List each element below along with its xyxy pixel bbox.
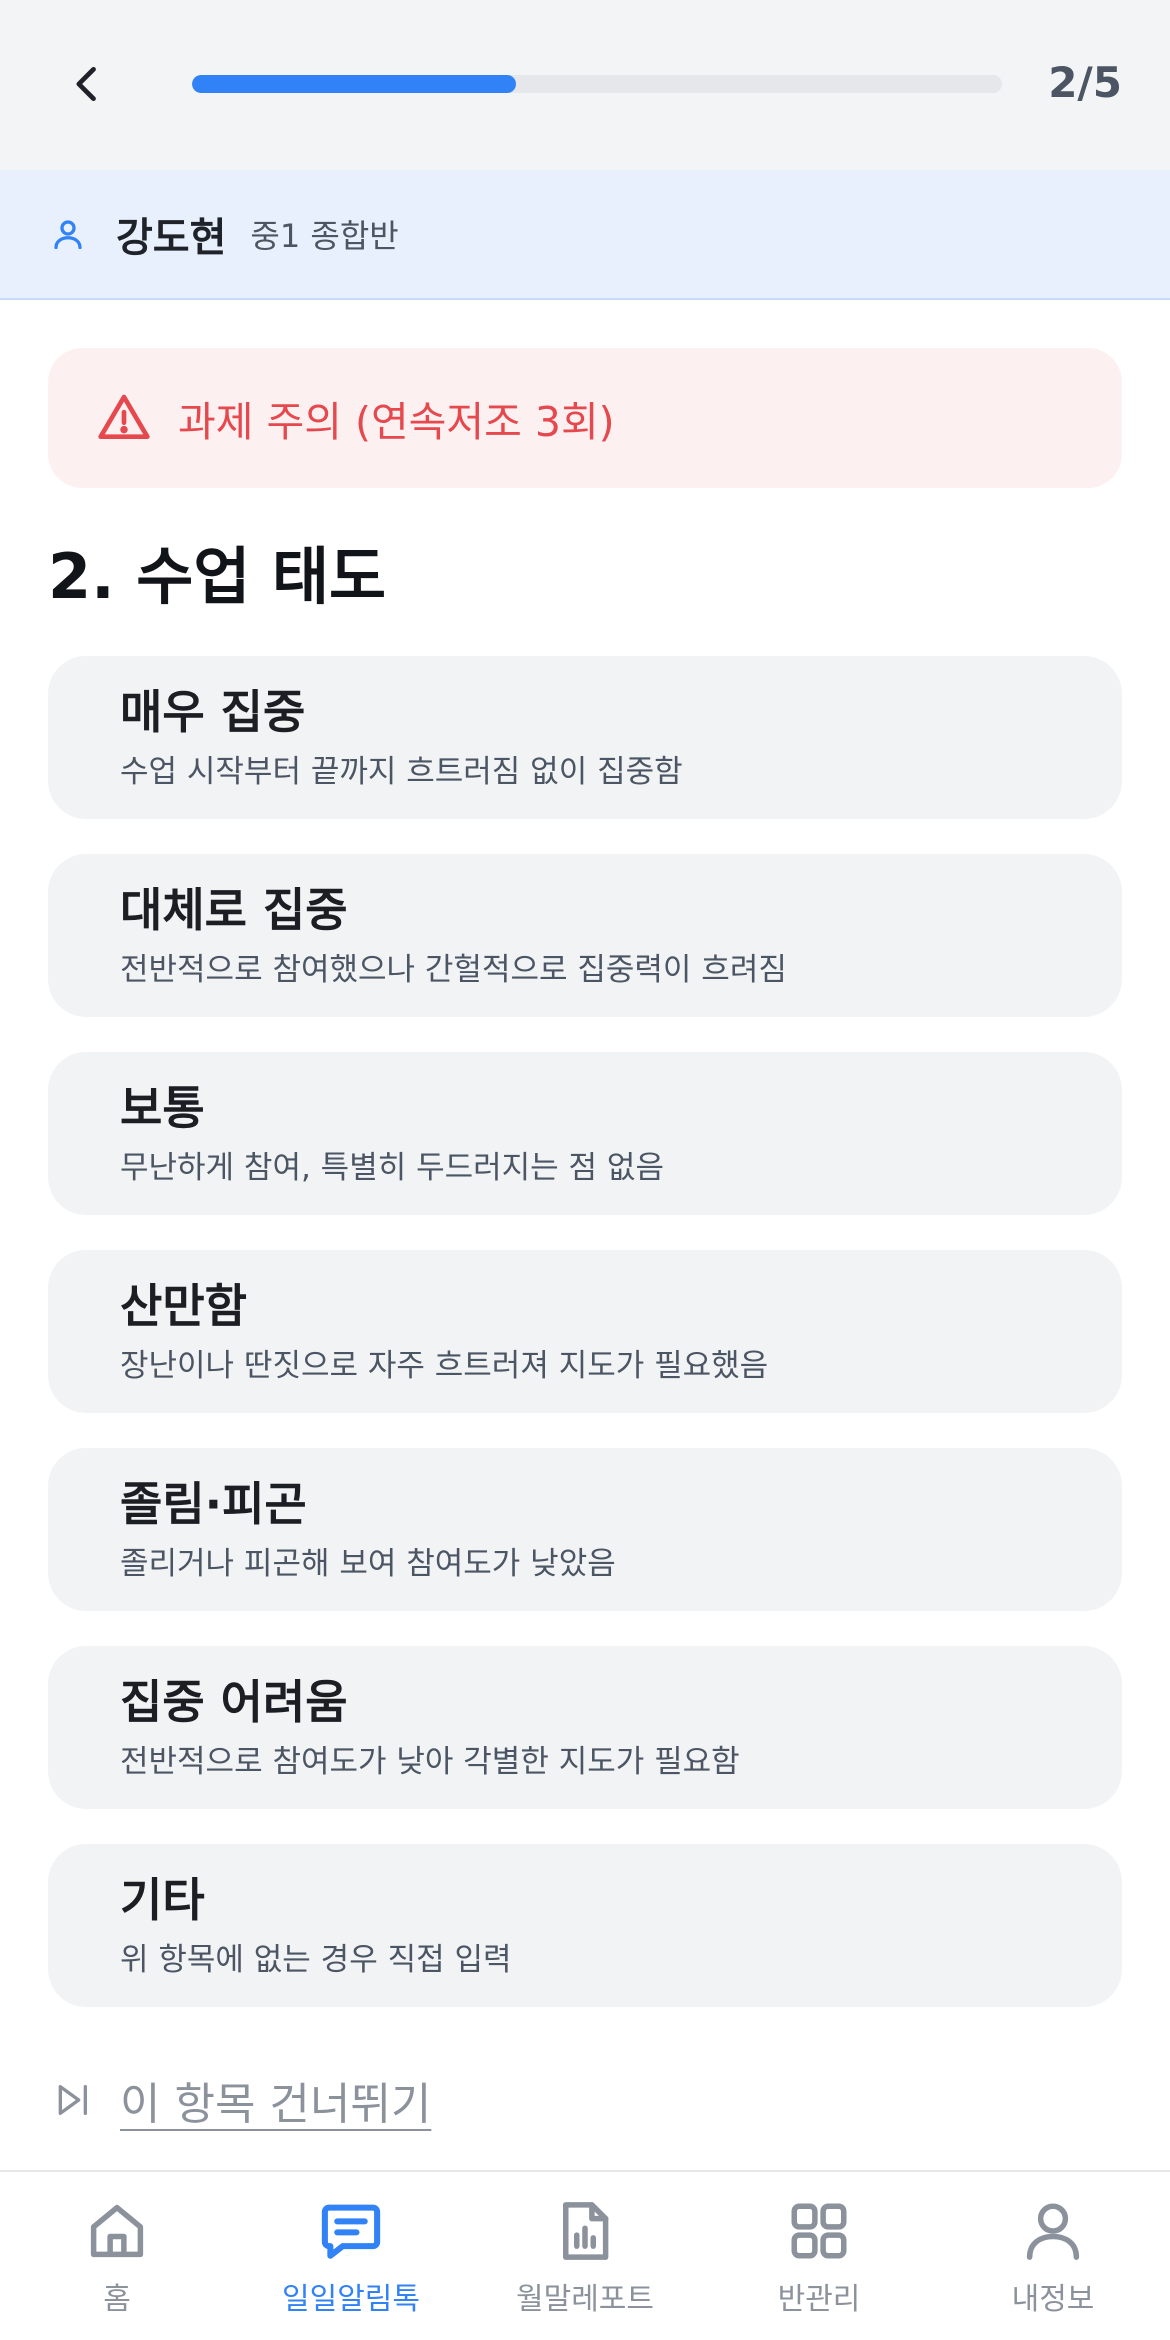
tab-label: 홈 (103, 2282, 131, 2317)
progress-fill (192, 75, 516, 93)
student-bar: 강도현 중1 종합반 (0, 170, 1170, 300)
back-button[interactable] (52, 48, 124, 120)
tab-label: 내정보 (1011, 2282, 1095, 2317)
option-distracted[interactable]: 산만함 장난이나 딴짓으로 자주 흐트러져 지도가 필요했음 (48, 1250, 1122, 1413)
grid-icon (791, 2203, 847, 2259)
option-description: 장난이나 딴짓으로 자주 흐트러져 지도가 필요했음 (120, 1348, 769, 1384)
tab-label: 월말레포트 (516, 2282, 654, 2317)
chevron-left-icon (76, 66, 96, 102)
option-description: 무난하게 참여, 특별히 두드러지는 점 없음 (120, 1150, 664, 1186)
option-very-focused[interactable]: 매우 집중 수업 시작부터 끝까지 흐트러짐 없이 집중함 (48, 656, 1122, 819)
option-hard-to-focus[interactable]: 집중 어려움 전반적으로 참여도가 낮아 각별한 지도가 필요함 (48, 1646, 1122, 1809)
tab-label: 일일알림톡 (282, 2282, 420, 2317)
warning-icon (98, 394, 150, 439)
bottom-tab-bar: 홈 일일알림톡 월말레포트 반관리 내정보 (0, 2170, 1170, 2340)
tab-daily-notice[interactable]: 일일알림톡 (234, 2172, 468, 2340)
option-description: 수업 시작부터 끝까지 흐트러짐 없이 집중함 (120, 754, 683, 790)
user-icon (50, 214, 90, 254)
option-title: 매우 집중 (120, 685, 306, 739)
option-average[interactable]: 보통 무난하게 참여, 특별히 두드러지는 점 없음 (48, 1052, 1122, 1215)
option-title: 집중 어려움 (120, 1675, 348, 1729)
attitude-options: 매우 집중 수업 시작부터 끝까지 흐트러짐 없이 집중함 대체로 집중 전반적… (48, 656, 1122, 2042)
option-sleepy-tired[interactable]: 졸림·피곤 졸리거나 피곤해 보여 참여도가 낮았음 (48, 1448, 1122, 1611)
student-name: 강도현 (116, 215, 227, 261)
home-icon (90, 2204, 144, 2258)
top-bar: 2/5 (0, 0, 1170, 170)
option-title: 대체로 집중 (120, 883, 348, 937)
report-icon (563, 2202, 609, 2260)
option-title: 산만함 (120, 1279, 247, 1333)
progress-bar (192, 75, 1002, 93)
tab-home[interactable]: 홈 (0, 2172, 234, 2340)
option-mostly-focused[interactable]: 대체로 집중 전반적으로 참여했으나 간헐적으로 집중력이 흐려짐 (48, 854, 1122, 1017)
option-description: 전반적으로 참여도가 낮아 각별한 지도가 필요함 (120, 1744, 740, 1780)
profile-icon (1026, 2203, 1080, 2260)
tab-class-management[interactable]: 반관리 (702, 2172, 936, 2340)
homework-alert: 과제 주의 (연속저조 3회) (48, 348, 1122, 488)
section-title: 2. 수업 태도 (48, 540, 387, 613)
option-title: 보통 (120, 1081, 205, 1135)
skip-label: 이 항목 건너뛰기 (120, 2079, 432, 2130)
step-counter: 2/5 (1048, 58, 1122, 107)
skip-item-link[interactable]: 이 항목 건너뛰기 (52, 2068, 431, 2132)
option-description: 위 항목에 없는 경우 직접 입력 (120, 1942, 512, 1978)
tab-label: 반관리 (777, 2282, 861, 2317)
tab-my-info[interactable]: 내정보 (936, 2172, 1170, 2340)
option-title: 졸림·피곤 (120, 1477, 307, 1531)
option-title: 기타 (120, 1873, 205, 1927)
option-description: 전반적으로 참여했으나 간헐적으로 집중력이 흐려짐 (120, 952, 787, 988)
alert-text: 과제 주의 (연속저조 3회) (178, 398, 615, 446)
option-description: 졸리거나 피곤해 보여 참여도가 낮았음 (120, 1546, 616, 1582)
skip-forward-icon (58, 2085, 88, 2115)
student-class: 중1 종합반 (250, 217, 399, 255)
message-icon (321, 2204, 381, 2259)
option-other[interactable]: 기타 위 항목에 없는 경우 직접 입력 (48, 1844, 1122, 2007)
tab-monthly-report[interactable]: 월말레포트 (468, 2172, 702, 2340)
